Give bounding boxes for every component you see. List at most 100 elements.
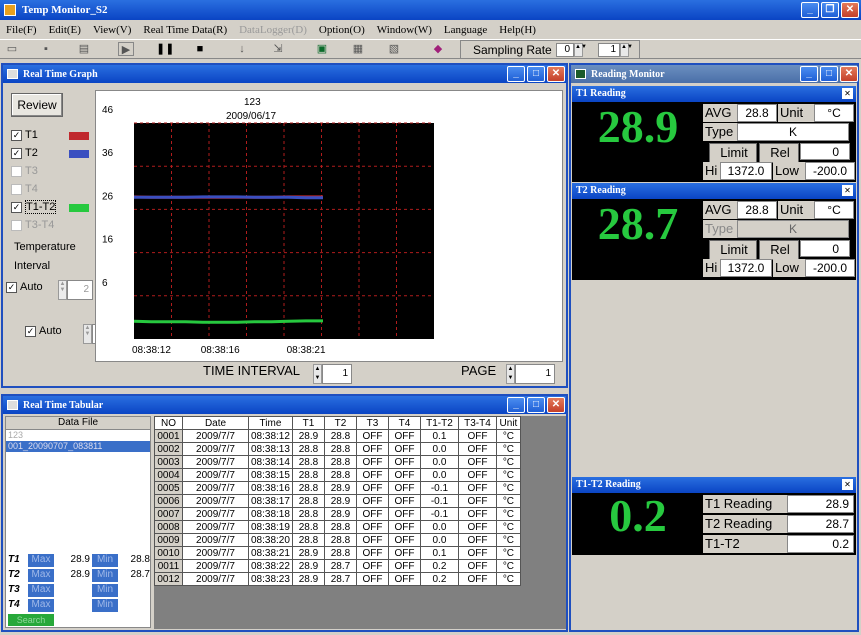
menu-item-3[interactable]: Real Time Data(R) [137,24,233,36]
menu-item-2[interactable]: View(V) [87,24,137,36]
tabular-maximize-icon[interactable]: □ [527,397,545,413]
column-header[interactable]: Date [182,416,249,430]
column-header[interactable]: T2 [323,416,357,430]
t1-unit-select[interactable]: °C [814,104,854,122]
channel-checkbox-t1-t2[interactable]: ✓ T1-T2 [11,200,57,214]
t2-low-value[interactable]: -200.0 [805,259,855,277]
table-row[interactable]: 0012 2009/7/7 08:38:23 28.9 28.7 OFF OFF 0.2 OFF… [154,572,521,586]
search-button[interactable]: Search [8,614,54,626]
t1-rel-button[interactable]: Rel [759,143,799,163]
t1-low-value[interactable]: -200.0 [805,162,855,180]
channel-checkbox-t4[interactable]: T4 [11,183,38,195]
export-icon[interactable]: ⇲ [270,42,286,56]
file-list-item[interactable]: 123 [6,430,150,441]
review-button[interactable]: Review [11,93,63,117]
pause-icon[interactable]: ❚❚ [156,42,174,56]
open-icon[interactable]: ▭ [4,42,20,56]
stop-icon[interactable]: ■ [192,42,208,56]
monitor-icon[interactable]: ▣ [314,42,330,56]
column-header[interactable]: T1-T2 [419,416,459,430]
menu-item-0[interactable]: File(F) [0,24,43,36]
table-row[interactable]: 0005 2009/7/7 08:38:16 28.8 28.9 OFF OFF -0.1 OF… [154,481,521,495]
menu-item-7[interactable]: Language [438,24,493,36]
time-interval-stepper[interactable]: ▲ ▼ [313,364,322,384]
monitor-maximize-icon[interactable]: □ [820,66,838,82]
sampling-rate-a-input[interactable]: 0 [556,43,574,57]
column-header[interactable]: T1 [291,416,325,430]
auto-checkbox[interactable]: ✓ Auto [6,281,43,293]
file-list-item[interactable]: 001_20090707_083811 [6,441,150,452]
summary-channel: T4 [8,599,20,610]
page-input[interactable]: 1 [515,364,555,384]
sampling-rate-a-stepper[interactable]: ▲▼ [574,43,587,57]
book-icon[interactable]: ◆ [430,42,446,56]
diff-reading-close-icon[interactable]: ✕ [842,479,853,490]
y-offset-stepper[interactable]: ▲ ▼ [83,324,92,344]
column-header[interactable]: T4 [387,416,421,430]
chart-title: 123 [244,97,261,108]
download-icon[interactable]: ↓ [234,42,250,56]
monitor-minimize-icon[interactable]: _ [800,66,818,82]
t2-type-select[interactable]: K [737,220,849,238]
column-header[interactable]: Time [248,416,293,430]
close-icon[interactable]: ✕ [841,2,859,18]
menu-item-8[interactable]: Help(H) [493,24,542,36]
channel-label: T3 [25,165,38,177]
t2-limit-button[interactable]: Limit [709,240,757,260]
table-row[interactable]: 0007 2009/7/7 08:38:18 28.8 28.9 OFF OFF -0.1 OF… [154,507,521,521]
channel-checkbox-t2[interactable]: ✓ T2 [11,147,38,159]
table-icon[interactable]: ▦ [350,42,366,56]
t2-hi-value[interactable]: 1372.0 [720,259,772,277]
tabular-close-icon[interactable]: ✕ [547,397,565,413]
t1-rel-value[interactable]: 0 [800,143,850,160]
t1-limit-button[interactable]: Limit [709,143,757,163]
graph-close-icon[interactable]: ✕ [547,66,565,82]
menu-item-5[interactable]: Option(O) [313,24,371,36]
table-row[interactable]: 0009 2009/7/7 08:38:20 28.8 28.8 OFF OFF 0.0 OFF… [154,533,521,547]
table-row[interactable]: 0001 2009/7/7 08:38:12 28.9 28.8 OFF OFF 0.1 OFF… [154,429,521,443]
t1-type-select[interactable]: K [737,123,849,141]
channel-check-icon: ✓ [11,201,22,213]
table-row[interactable]: 0008 2009/7/7 08:38:19 28.8 28.8 OFF OFF 0.0 OFF… [154,520,521,534]
save-icon[interactable]: ▪ [38,42,54,56]
auto2-checkbox[interactable]: ✓ Auto [25,325,62,337]
monitor-close-icon[interactable]: ✕ [840,66,858,82]
interval-input[interactable]: 2 [67,280,93,300]
interval-stepper[interactable]: ▲ ▼ [58,280,67,300]
menu-item-1[interactable]: Edit(E) [43,24,87,36]
channel-checkbox-t3[interactable]: T3 [11,165,38,177]
column-header[interactable]: T3-T4 [457,416,497,430]
channel-checkbox-t1[interactable]: ✓ T1 [11,129,38,141]
page-stepper[interactable]: ▲ ▼ [506,364,515,384]
sampling-rate-b-stepper[interactable]: ▲▼ [620,43,633,57]
sampling-rate-b-input[interactable]: 1 [598,43,620,57]
menu-item-4[interactable]: DataLogger(D) [233,24,313,36]
minimize-icon[interactable]: _ [801,2,819,18]
table-row[interactable]: 0004 2009/7/7 08:38:15 28.8 28.8 OFF OFF 0.0 OFF… [154,468,521,482]
print-icon[interactable]: ▤ [76,42,92,56]
table-row[interactable]: 0006 2009/7/7 08:38:17 28.8 28.9 OFF OFF -0.1 OF… [154,494,521,508]
column-header[interactable]: Unit [495,416,521,430]
table-row[interactable]: 0002 2009/7/7 08:38:13 28.8 28.8 OFF OFF 0.0 OFF… [154,442,521,456]
menu-item-6[interactable]: Window(W) [371,24,438,36]
graph-minimize-icon[interactable]: _ [507,66,525,82]
column-header[interactable]: NO [154,416,183,430]
column-header[interactable]: T3 [355,416,389,430]
t2-reading-close-icon[interactable]: ✕ [842,185,853,196]
restore-icon[interactable]: ❐ [821,2,839,18]
graph-icon[interactable]: ▧ [386,42,402,56]
table-row[interactable]: 0010 2009/7/7 08:38:21 28.9 28.8 OFF OFF 0.1 OFF… [154,546,521,560]
t2-rel-button[interactable]: Rel [759,240,799,260]
tabular-minimize-icon[interactable]: _ [507,397,525,413]
time-interval-input[interactable]: 1 [322,364,352,384]
table-row[interactable]: 0011 2009/7/7 08:38:22 28.9 28.7 OFF OFF 0.2 OFF… [154,559,521,573]
t2-rel-value[interactable]: 0 [800,240,850,257]
auto2-label: Auto [39,325,62,337]
table-row[interactable]: 0003 2009/7/7 08:38:14 28.8 28.8 OFF OFF 0.0 OFF… [154,455,521,469]
t2-unit-select[interactable]: °C [814,201,854,219]
graph-maximize-icon[interactable]: □ [527,66,545,82]
t1-reading-close-icon[interactable]: ✕ [842,88,853,99]
t1-hi-value[interactable]: 1372.0 [720,162,772,180]
play-icon[interactable]: ▶ [118,42,134,56]
channel-checkbox-t3-t4[interactable]: T3-T4 [11,219,54,231]
